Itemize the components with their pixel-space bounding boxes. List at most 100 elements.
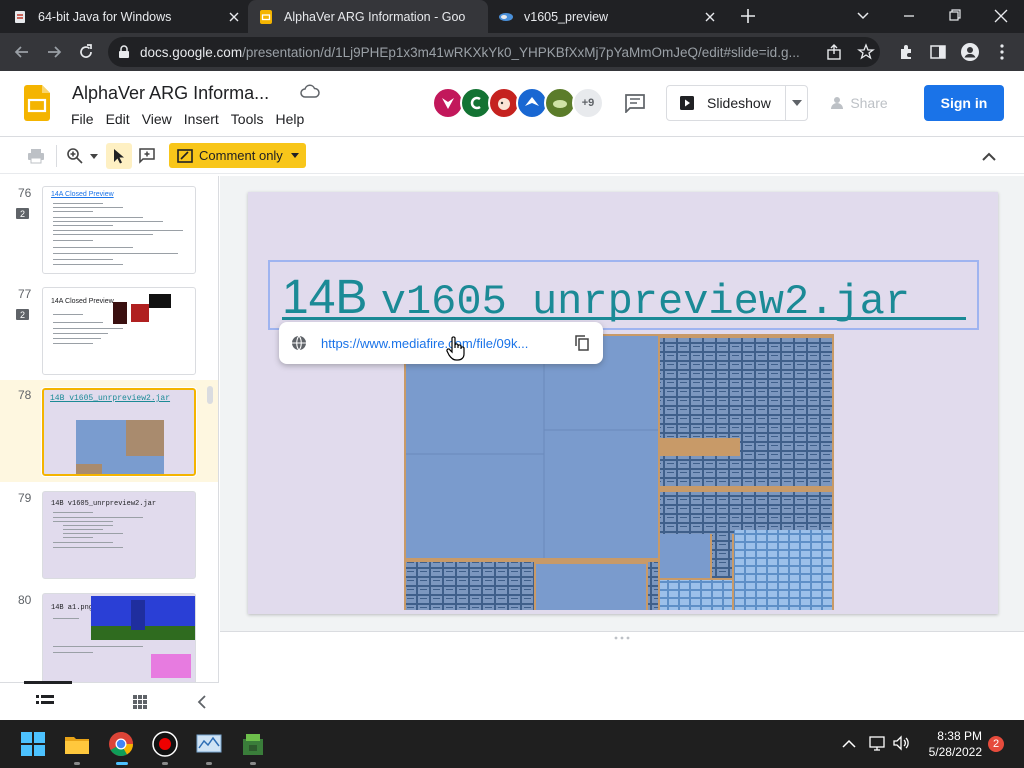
minecraft-launcher-icon[interactable] [240,731,266,757]
comment-count-badge: 2 [16,309,29,320]
tab-search-icon[interactable] [854,8,872,24]
close-tab-icon[interactable] [700,7,720,27]
add-comment-icon[interactable] [136,143,158,169]
slide-thumbnail-row[interactable]: 79 14B v1605_unrpreview2.jar [0,483,218,583]
sign-in-button[interactable]: Sign in [924,85,1004,121]
bookmark-star-icon[interactable] [854,40,878,64]
thumb-title: 14B v1605_unrpreview2.jar [50,394,171,403]
zoom-icon[interactable] [64,143,86,169]
clock-time: 8:38 PM [937,729,982,743]
back-icon[interactable] [10,40,34,64]
obs-record-icon[interactable] [152,731,178,757]
notification-count-badge[interactable]: 2 [988,736,1004,752]
url-path: /presentation/d/1Lj9PHEp1x3m41wRKXkYk0_Y… [242,44,800,60]
comment-only-mode-button[interactable]: Comment only [169,143,306,168]
tab-alphaver[interactable]: AlphaVer ARG Information - Goo [248,0,488,33]
share-label: Share [850,95,888,111]
comment-history-icon[interactable] [624,93,646,115]
more-collaborators-badge[interactable]: +9 [572,87,604,119]
link-url[interactable]: https://www.mediafire.com/file/09k... [321,336,528,351]
slide-thumbnail[interactable]: 14A Closed Preview [42,186,196,274]
hand-cursor-icon [446,336,466,362]
slide-thumbnail[interactable]: 14B v1605_unrpreview2.jar [42,491,196,579]
slide-thumbnail[interactable]: 14B v1605_unrpreview2.jar [41,387,197,477]
copy-link-icon[interactable] [575,335,589,351]
collapse-menus-icon[interactable] [978,143,1000,169]
notes-drag-handle-icon[interactable] [612,629,632,640]
side-panel-icon[interactable] [926,40,950,64]
windows-taskbar: 8:38 PM 5/28/2022 [0,720,1024,768]
thumb-image [131,304,149,322]
google-slides-logo-icon[interactable] [24,85,50,121]
document-title[interactable]: AlphaVer ARG Informa... [72,83,269,104]
show-hidden-icons-icon[interactable] [842,736,856,750]
close-tab-icon[interactable] [224,7,244,27]
tab-v1605[interactable]: v1605_preview [498,0,720,33]
print-icon[interactable] [24,143,48,169]
cloud-saved-icon[interactable] [300,84,320,100]
filmstrip-scrollbar[interactable] [207,386,213,404]
menu-insert[interactable]: Insert [183,111,226,127]
share-page-icon[interactable] [822,40,846,64]
slide-thumbnail[interactable]: 14B a1.png [42,593,196,693]
thumb-image [113,302,127,324]
tab-java[interactable]: 64-bit Java for Windows [12,0,244,33]
comment-mode-icon [177,148,193,163]
slideshow-button[interactable]: Slideshow [666,85,808,121]
slide-thumbnail[interactable]: 14A Closed Preview [42,287,196,375]
grid-view-icon[interactable] [132,694,150,710]
lock-icon [119,45,129,58]
select-cursor-icon[interactable] [106,143,132,169]
zoom-dropdown-icon[interactable] [88,143,100,169]
slide-thumbnail-row[interactable]: 76 2 14A Closed Preview [0,178,218,278]
extensions-icon[interactable] [894,40,918,64]
network-icon[interactable] [868,734,886,752]
tab-title: v1605_preview [524,9,609,24]
close-window-icon[interactable] [992,8,1010,24]
new-tab-icon[interactable] [738,6,758,26]
monitor-app-icon[interactable] [196,731,222,757]
filmstrip-view-icon[interactable] [36,694,54,710]
link-underline [282,317,966,320]
address-bar[interactable]: docs.google.com/presentation/d/1Lj9PHEp1… [108,37,880,67]
share-button[interactable]: Share [816,85,902,121]
thumb-title: 14B a1.png [51,604,94,612]
menu-edit[interactable]: Edit [105,111,137,127]
windows-start-icon[interactable] [20,731,46,757]
tab-title: AlphaVer ARG Information - Goo [284,9,466,24]
minimize-icon[interactable] [900,8,918,24]
collapse-filmstrip-icon[interactable] [197,695,211,709]
menu-file[interactable]: File [70,111,101,127]
forward-icon[interactable] [42,40,66,64]
slide-thumbnail-row-selected[interactable]: 78 14B v1605_unrpreview2.jar [0,380,218,482]
speaker-notes-area[interactable] [220,631,1024,720]
editor-toolbar: Comment only [0,136,1024,174]
menu-help[interactable]: Help [274,111,311,127]
reload-icon[interactable] [74,40,98,64]
menu-tools[interactable]: Tools [230,111,271,127]
chrome-icon[interactable] [108,731,134,757]
java-icon [15,10,25,23]
thumb-image [76,420,164,474]
slide-thumbnail-row[interactable]: 80 14B a1.png [0,585,218,693]
profile-icon[interactable] [958,40,982,64]
slide-filmstrip: 76 2 14A Closed Preview 77 2 14A Closed … [0,176,219,720]
link-preview-popup: https://www.mediafire.com/file/09k... [279,322,603,364]
browser-toolbar: docs.google.com/presentation/d/1Lj9PHEp1… [0,33,1024,71]
view-indicator [24,681,72,684]
menu-bar: File Edit View Insert Tools Help [70,111,315,127]
filmstrip-footer [0,681,219,720]
toolbar-divider [56,145,57,167]
slide-thumbnail-row[interactable]: 77 2 14A Closed Preview [0,279,218,379]
restore-icon[interactable] [946,8,964,24]
system-clock[interactable]: 8:38 PM 5/28/2022 [912,728,982,760]
comment-only-dropdown-icon [290,153,299,158]
url-host: docs.google.com [140,44,243,60]
slide-treemap-image[interactable] [404,334,834,610]
file-explorer-icon[interactable] [64,731,90,757]
slideshow-dropdown-icon[interactable] [785,86,807,120]
slideshow-label: Slideshow [707,95,771,111]
browser-menu-icon[interactable] [990,40,1014,64]
volume-icon[interactable] [892,734,910,752]
menu-view[interactable]: View [141,111,179,127]
